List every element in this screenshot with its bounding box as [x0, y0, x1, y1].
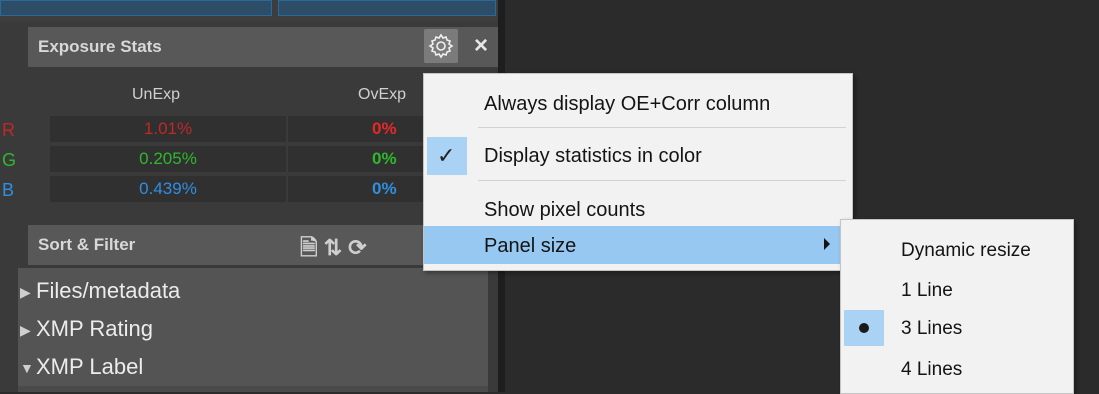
settings-gear-button[interactable]	[424, 29, 458, 63]
sort-filter-title: Sort & Filter	[38, 235, 136, 254]
channel-label: R	[2, 120, 15, 140]
radio-box	[844, 310, 884, 346]
sort-icon[interactable]: ⇅	[324, 235, 348, 260]
menu-item-label: Display statistics in color	[484, 145, 702, 167]
gear-icon	[428, 33, 454, 59]
sort-filter-icons: 🗎⇅⟳	[300, 231, 373, 269]
checkmark-icon: ✓	[437, 143, 456, 168]
unexp-value: 0.439%	[50, 176, 286, 202]
column-header-ovexp: OvExp	[358, 86, 407, 103]
menu-item-label: Show pixel counts	[484, 199, 646, 221]
thumbnail-strip	[0, 0, 505, 22]
menu-item-panel-size[interactable]: Panel size	[424, 226, 852, 264]
tree-item-label: XMP Label	[36, 354, 144, 379]
channel-label: G	[2, 150, 17, 170]
column-header-unexp: UnExp	[132, 86, 181, 103]
menu-item-label: Always display OE+Corr column	[484, 93, 771, 115]
tree-item-files-metadata[interactable]: ▶ Files/metadata	[20, 278, 180, 304]
submenu-item-4-lines[interactable]: 4 Lines	[841, 351, 1073, 387]
settings-context-menu: Always display OE+Corr column ✓ Display …	[423, 73, 853, 271]
expand-arrow-icon[interactable]: ▶	[20, 284, 36, 301]
submenu-item-1-line[interactable]: 1 Line	[841, 272, 1073, 308]
menu-separator	[478, 127, 846, 128]
unexp-value: 1.01%	[50, 116, 286, 142]
exposure-stats-header: Exposure Stats ×	[28, 27, 498, 67]
menu-item-display-statistics-in-color[interactable]: ✓ Display statistics in color	[424, 136, 852, 175]
channel-label: B	[2, 180, 15, 200]
tree-item-label: XMP Rating	[36, 316, 153, 341]
submenu-item-3-lines[interactable]: 3 Lines	[841, 310, 1073, 346]
thumbnail-frame[interactable]	[278, 0, 496, 16]
tree-item-label: Files/metadata	[36, 278, 181, 303]
refresh-icon[interactable]: ⟳	[348, 235, 372, 260]
menu-separator	[478, 180, 846, 181]
checkmark-box: ✓	[427, 137, 467, 175]
radio-dot-icon	[859, 323, 869, 333]
unexp-value: 0.205%	[50, 146, 286, 172]
menu-item-label: Panel size	[484, 235, 577, 257]
expand-arrow-icon[interactable]: ▶	[20, 322, 36, 339]
collapse-arrow-icon[interactable]: ▼	[20, 360, 36, 376]
tree-divider	[18, 386, 488, 392]
submenu-item-dynamic-resize[interactable]: Dynamic resize	[841, 232, 1073, 268]
submenu-item-label: 3 Lines	[901, 318, 963, 339]
panel-size-submenu: Dynamic resize 1 Line 3 Lines 4 Lines	[840, 219, 1074, 394]
tree-item-xmp-rating[interactable]: ▶ XMP Rating	[20, 316, 153, 342]
exposure-stats-title: Exposure Stats	[38, 37, 162, 56]
tree-item-xmp-label[interactable]: ▼XMP Label	[20, 354, 143, 380]
submenu-item-label: 4 Lines	[901, 359, 963, 380]
thumbnail-frame[interactable]	[0, 0, 272, 16]
filter-tree: ▶ Files/metadata ▶ XMP Rating ▼XMP Label	[18, 268, 488, 392]
menu-item-show-pixel-counts[interactable]: Show pixel counts	[424, 190, 852, 228]
submenu-arrow-icon	[824, 238, 830, 250]
menu-item-always-display-oe-corr[interactable]: Always display OE+Corr column	[424, 84, 852, 122]
submenu-item-label: 1 Line	[901, 280, 953, 301]
submenu-item-label: Dynamic resize	[901, 240, 1031, 261]
search-doc-icon[interactable]: 🗎	[300, 235, 324, 260]
close-icon[interactable]: ×	[474, 33, 488, 59]
